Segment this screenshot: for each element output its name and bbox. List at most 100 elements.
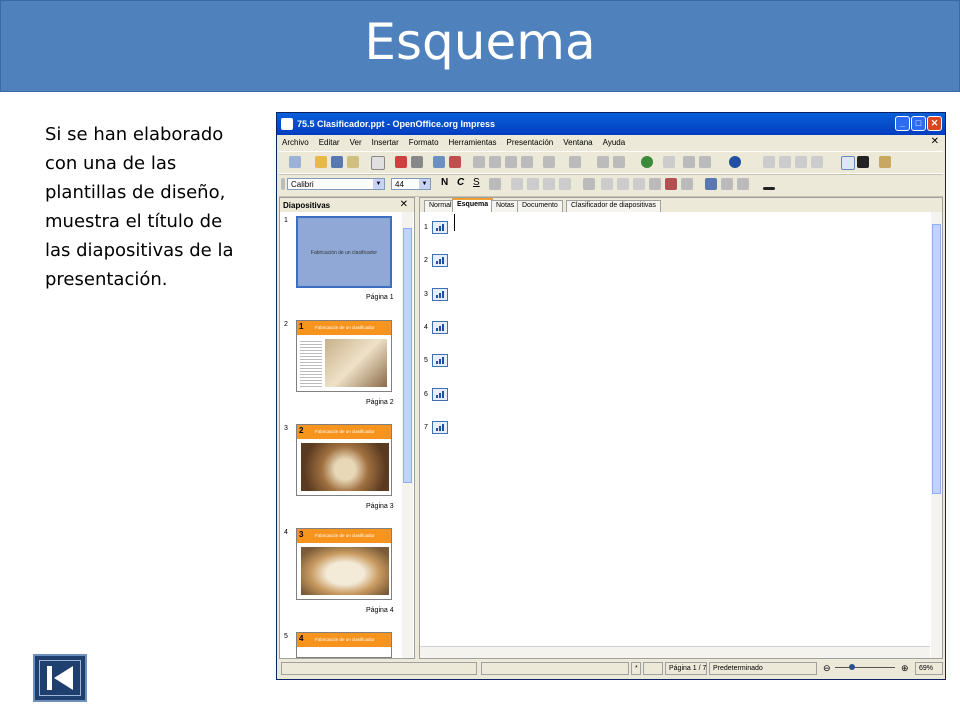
edit-icon[interactable] (371, 156, 385, 170)
slide-thumbnail-1[interactable]: Fabricación de un clasificador (296, 216, 392, 288)
zoom-out-icon[interactable]: ⊖ (823, 663, 831, 674)
gallery-icon[interactable] (663, 156, 675, 168)
font-size-select[interactable]: 44 ▼ (391, 178, 431, 190)
underline-button[interactable]: S (473, 177, 480, 188)
character-icon[interactable] (705, 178, 717, 190)
open-icon[interactable] (315, 156, 327, 168)
arrow-right-icon[interactable] (617, 178, 629, 190)
menu-herramientas[interactable]: Herramientas (444, 135, 502, 147)
zoom-level[interactable]: 69% (915, 662, 943, 675)
menu-archivo[interactable]: Archivo (277, 135, 314, 147)
align-left-icon[interactable] (511, 178, 523, 190)
clone-format-icon[interactable] (521, 156, 533, 168)
shadow-icon[interactable] (489, 178, 501, 190)
slide-outline-icon[interactable] (432, 254, 448, 267)
table-icon[interactable] (613, 156, 625, 168)
redo-icon[interactable] (569, 156, 581, 168)
maximize-button[interactable]: □ (911, 116, 926, 131)
slide-outline-icon[interactable] (432, 321, 448, 334)
move-up-icon[interactable] (795, 156, 807, 168)
slide-number: 1 (284, 217, 288, 224)
slide-outline-icon[interactable] (432, 288, 448, 301)
close-document-icon[interactable]: ✕ (931, 136, 939, 147)
slide-show-icon[interactable] (879, 156, 891, 168)
menu-formato[interactable]: Formato (404, 135, 444, 147)
email-icon[interactable] (347, 156, 359, 168)
slide-thumbnail-2[interactable]: 1 Fabricación de un clasificador (296, 320, 392, 392)
spellcheck-icon[interactable] (433, 156, 445, 168)
save-icon[interactable] (331, 156, 343, 168)
undo-icon[interactable] (543, 156, 555, 168)
slide-badge: 4 (299, 634, 304, 643)
slides-scroll-thumb[interactable] (403, 228, 412, 483)
paste-icon[interactable] (505, 156, 517, 168)
chart-icon[interactable] (597, 156, 609, 168)
outline-horizontal-scrollbar[interactable] (420, 646, 930, 658)
help-icon[interactable] (729, 156, 741, 168)
slide-thumbnail-3[interactable]: 2 Fabricación de un clasificador (296, 424, 392, 496)
justify-icon[interactable] (559, 178, 571, 190)
tab-documento[interactable]: Documento (517, 200, 563, 212)
arrow-down-icon[interactable] (649, 178, 661, 190)
outline-row-number: 6 (424, 391, 428, 398)
paragraph-icon[interactable] (721, 178, 733, 190)
black-white-icon[interactable] (857, 156, 869, 168)
formatting-on-off-icon[interactable] (841, 156, 855, 170)
menu-ver[interactable]: Ver (345, 135, 367, 147)
back-button[interactable] (33, 654, 87, 702)
font-name-select[interactable]: Calibri ▼ (287, 178, 385, 190)
slide-outline-icon[interactable] (432, 354, 448, 367)
slide-thumbnail-5[interactable]: 4 Fabricación de un clasificador (296, 632, 392, 658)
navigator-icon[interactable] (641, 156, 653, 168)
menu-editar[interactable]: Editar (314, 135, 345, 147)
page-label: Página 4 (366, 607, 394, 614)
promote-icon[interactable] (763, 156, 775, 168)
move-down-icon[interactable] (811, 156, 823, 168)
bullets-icon[interactable] (583, 178, 595, 190)
pdf-icon[interactable] (395, 156, 407, 168)
align-right-icon[interactable] (543, 178, 555, 190)
slide-outline-icon[interactable] (432, 421, 448, 434)
slide-thumbnail-4[interactable]: 3 Fabricación de un clasificador (296, 528, 392, 600)
zoom-in-icon[interactable]: ⊕ (901, 663, 909, 674)
menu-ventana[interactable]: Ventana (558, 135, 597, 147)
layout-indicator: Predeterminado (709, 662, 817, 675)
decrease-font-icon[interactable] (681, 178, 693, 190)
align-center-icon[interactable] (527, 178, 539, 190)
print-icon[interactable] (411, 156, 423, 168)
increase-font-icon[interactable] (665, 178, 677, 190)
arrow-left-icon[interactable] (601, 178, 613, 190)
slide-caption: Fabricación de un clasificador (310, 250, 378, 256)
outline-scroll-thumb[interactable] (932, 224, 941, 494)
font-color-icon[interactable] (763, 187, 775, 190)
minimize-button[interactable]: _ (895, 116, 910, 131)
slide-outline-icon[interactable] (432, 221, 448, 234)
draw-functions-icon[interactable] (683, 156, 695, 168)
window-title: 75.5 Clasificador.ppt - OpenOffice.org I… (297, 119, 496, 129)
slides-scrollbar[interactable] (402, 212, 413, 658)
bullets-numbering-icon[interactable] (737, 178, 749, 190)
bold-button[interactable]: N (441, 177, 448, 188)
outline-vertical-scrollbar[interactable] (931, 212, 942, 658)
demote-icon[interactable] (779, 156, 791, 168)
zoom-slider[interactable] (835, 667, 895, 668)
outline-row-number: 7 (424, 424, 428, 431)
new-icon[interactable] (289, 156, 301, 168)
menu-ayuda[interactable]: Ayuda (598, 135, 631, 147)
outline-row-number: 5 (424, 357, 428, 364)
zoom-slider-knob[interactable] (849, 664, 855, 670)
menu-insertar[interactable]: Insertar (367, 135, 404, 147)
menu-presentacion[interactable]: Presentación (502, 135, 559, 147)
tab-notas[interactable]: Notas (491, 200, 520, 212)
arrow-up-icon[interactable] (633, 178, 645, 190)
tab-clasificador[interactable]: Clasificador de diapositivas (566, 200, 661, 212)
close-window-button[interactable]: ✕ (927, 116, 942, 131)
autospell-icon[interactable] (449, 156, 461, 168)
cut-icon[interactable] (473, 156, 485, 168)
slide-outline-icon[interactable] (432, 388, 448, 401)
close-panel-icon[interactable]: ✕ (400, 199, 408, 210)
zoom-icon[interactable] (699, 156, 711, 168)
copy-icon[interactable] (489, 156, 501, 168)
italic-button[interactable]: C (457, 177, 464, 188)
tab-esquema[interactable]: Esquema (452, 198, 494, 212)
